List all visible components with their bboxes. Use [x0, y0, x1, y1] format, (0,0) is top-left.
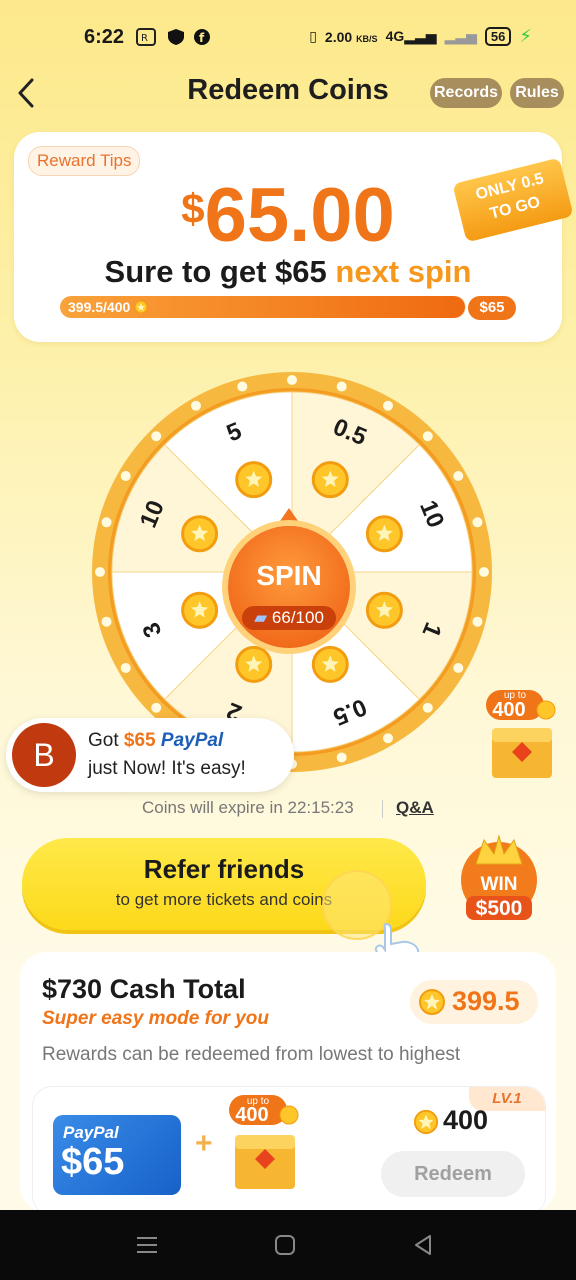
cash-total-title: $730 Cash Total [42, 974, 246, 1004]
coin-balance: 399.5 [410, 980, 538, 1024]
plus-icon: + [195, 1127, 213, 1160]
treasure-chest-icon: up to 400 [229, 1095, 299, 1189]
mini-chest-lid [235, 1135, 295, 1149]
win-label: WIN [481, 874, 518, 895]
progress-goal-badge: $65 [468, 296, 516, 320]
crown-icon [475, 834, 523, 865]
battery-indicator: 56 [484, 27, 512, 46]
wheel-light [383, 733, 393, 744]
recent-apps-icon[interactable] [134, 1232, 160, 1258]
shield-icon [168, 29, 184, 45]
svg-text:R: R [141, 33, 148, 44]
spin-button[interactable]: SPIN ▰ 66/100 [228, 526, 350, 648]
qa-link[interactable]: Q&A [396, 798, 434, 818]
ticket-icon: ▰ [254, 608, 268, 627]
wheel-light [120, 471, 131, 481]
reward-card: Reward Tips $65.00 ONLY 0.5 TO GO Sure t… [14, 132, 574, 342]
wheel-light [422, 702, 433, 713]
wheel-light [453, 663, 464, 673]
wheel-light [237, 381, 248, 392]
reward-level-card: LV.1 PayPal $65 + up to 400 400 Redeem [32, 1086, 546, 1216]
charging-icon: ⚡ [519, 26, 532, 46]
svg-text:f: f [199, 31, 205, 45]
wheel-light [479, 567, 489, 577]
facebook-icon: f [194, 29, 210, 45]
wheel-light [336, 752, 347, 763]
cash-total-card: $730 Cash Total Super easy mode for you … [20, 952, 556, 1216]
wheel-light [472, 517, 483, 528]
status-indicators: ▯ 2.00 KB/S 4G▂▃▅ ▂▃▅ 56 ⚡ [309, 26, 532, 47]
signal-2-icon: ▂▃▅ [444, 28, 477, 44]
wheel-light [287, 375, 297, 385]
cash-description: Rewards can be redeemed from lowest to h… [42, 1044, 461, 1065]
coin-icon [419, 989, 445, 1015]
coin-icon [279, 1105, 299, 1125]
progress-text: 399.5/400 [68, 299, 148, 315]
wheel-light [101, 616, 112, 627]
paypal-amount: $65 [61, 1141, 125, 1183]
sure-to-get-text: Sure to get $65 next spin [104, 254, 472, 289]
wheel-light [383, 400, 393, 411]
net-speed: 2.00 KB/S [324, 28, 378, 45]
win-500-badge[interactable]: WIN $500 [460, 830, 538, 922]
chest-lid [492, 728, 552, 742]
spin-label: SPIN [256, 560, 322, 591]
wheel-light [472, 616, 483, 627]
cash-subtitle: Super easy mode for you [42, 1008, 270, 1029]
back-nav-icon[interactable] [410, 1232, 436, 1258]
redeem-button[interactable]: Redeem [381, 1151, 525, 1197]
system-nav-bar [0, 1210, 576, 1280]
chest-value: 400 [492, 699, 525, 721]
status-time: 6:22 [84, 26, 125, 48]
vibrate-icon: ▯ [309, 28, 317, 44]
rules-button[interactable]: Rules [510, 78, 564, 108]
home-icon[interactable] [272, 1232, 298, 1258]
winner-toast: B Got $65 PayPal just Now! It's easy! [6, 718, 294, 792]
coins-expire-text: Coins will expire in 22:15:23 [142, 798, 354, 817]
coin-icon [536, 700, 556, 720]
wheel-light [101, 517, 112, 528]
toast-line-1: Got $65 PayPal [88, 730, 224, 751]
wheel-light [120, 663, 131, 673]
coin-icon [413, 1109, 439, 1135]
spin-ticket-count: ▰ 66/100 [242, 606, 336, 630]
status-bar: 6:22 R f ▯ 2.00 KB/S 4G▂▃▅ ▂▃▅ 56 ⚡ [0, 0, 576, 76]
treasure-chest-badge[interactable]: up to 400 [480, 684, 564, 784]
wheel-light [151, 431, 162, 442]
wheel-light [422, 431, 433, 442]
wheel-light [453, 471, 464, 481]
app-notification-icon: R [136, 28, 156, 46]
wheel-light [336, 381, 347, 392]
mini-chest-value: 400 [235, 1104, 268, 1126]
records-button[interactable]: Records [430, 78, 502, 108]
required-coins: 400 [413, 1105, 488, 1140]
wheel-light [95, 567, 105, 577]
paypal-reward-card: PayPal $65 [53, 1115, 181, 1195]
toast-line-2: just Now! It's easy! [88, 758, 246, 779]
wheel-light [151, 702, 162, 713]
signal-icon: 4G▂▃▅ [385, 28, 437, 44]
paypal-logo: PayPal [63, 1123, 119, 1142]
avatar: B [12, 723, 76, 787]
divider [382, 800, 383, 818]
win-amount: $500 [476, 897, 523, 920]
coin-icon [134, 300, 148, 314]
wheel-light [191, 400, 201, 411]
